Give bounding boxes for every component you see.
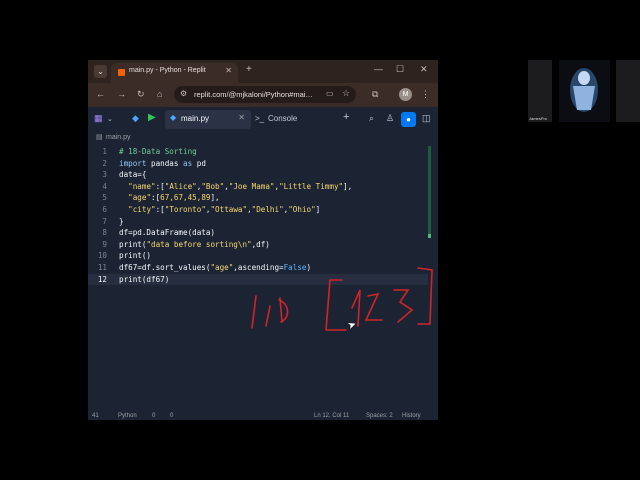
- thumbnail-left: JamesPro: [528, 60, 552, 122]
- thumbnail-right: [616, 60, 640, 122]
- thumbnail-center: [559, 60, 610, 122]
- annotation-stroke: [278, 297, 289, 323]
- annotation-stroke: [393, 289, 414, 323]
- annotation-stroke: [417, 267, 433, 325]
- annotation-stroke: [364, 292, 383, 321]
- annotation-stroke: [251, 295, 257, 329]
- thumbnail-label: JamesPro: [529, 116, 548, 121]
- character-image-icon: [570, 68, 598, 112]
- annotation-stroke: [265, 305, 271, 327]
- video-thumbnails: JamesPro: [528, 60, 640, 122]
- annotation-stroke: [325, 279, 347, 331]
